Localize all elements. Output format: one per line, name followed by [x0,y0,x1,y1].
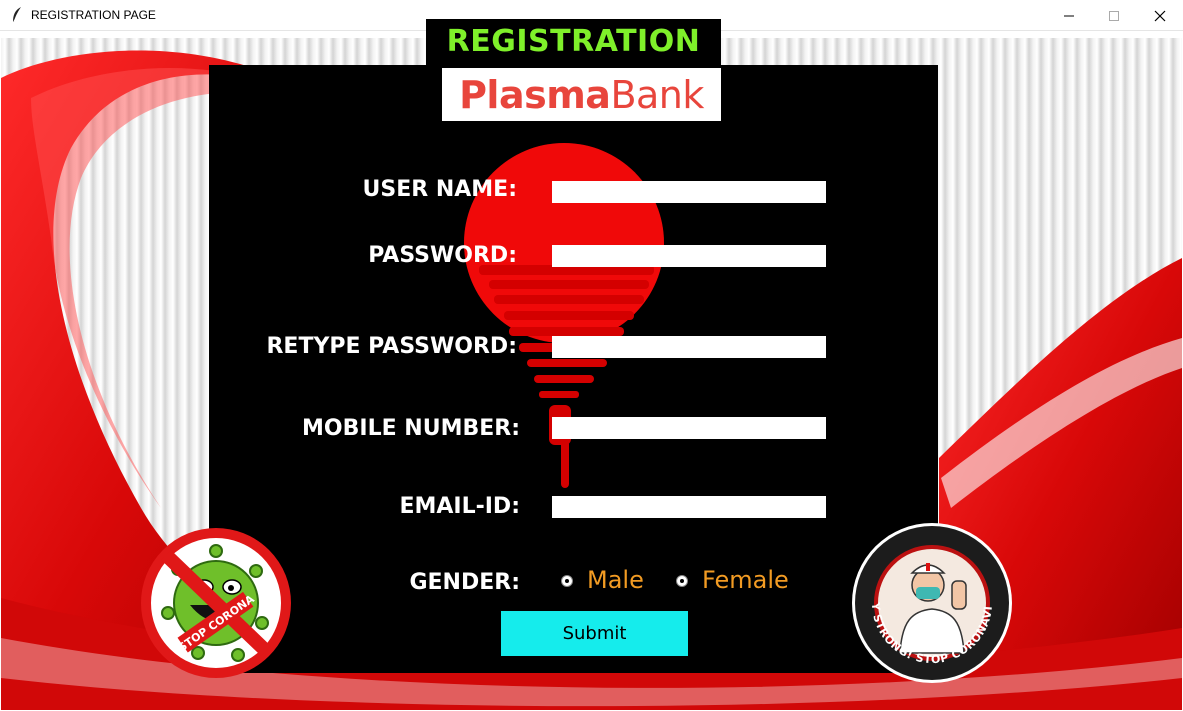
feather-icon [12,7,21,24]
mobile-number-label: MOBILE NUMBER: [302,416,520,441]
submit-button[interactable]: Submit [501,611,688,656]
close-icon [1154,10,1166,21]
maximize-icon [1109,10,1119,21]
retype-password-label: RETYPE PASSWORD: [266,334,517,359]
gender-male-radio[interactable] [561,575,573,587]
logo-part-bank: Bank [610,72,704,117]
plasmabank-logo: Plasma Bank [442,68,721,121]
form-panel [209,65,938,673]
retype-password-input[interactable] [552,336,826,358]
username-label: USER NAME: [362,177,518,202]
stop-corona-badge: STOP CORONA [141,528,291,678]
email-label: EMAIL-ID: [399,494,520,519]
gender-label: GENDER: [409,570,520,595]
close-button[interactable] [1137,0,1183,31]
logo-part-plasma: Plasma [459,72,611,117]
window-title: REGISTRATION PAGE [31,8,156,22]
blood-drop-decoration [464,143,664,488]
password-label: PASSWORD: [368,243,517,268]
gender-male-label[interactable]: Male [587,566,644,594]
minimize-icon [1064,15,1074,16]
mobile-number-input[interactable] [552,417,826,439]
username-input[interactable] [552,181,826,203]
maximize-button[interactable] [1091,0,1137,31]
minimize-button[interactable] [1046,0,1092,31]
password-input[interactable] [552,245,826,267]
stay-strong-badge: STAY STRONG! STOP CORONAVIRUS [850,521,1012,683]
gender-female-label[interactable]: Female [702,566,789,594]
page-title: REGISTRATION [426,19,721,65]
gender-female-radio[interactable] [676,575,688,587]
email-input[interactable] [552,496,826,518]
